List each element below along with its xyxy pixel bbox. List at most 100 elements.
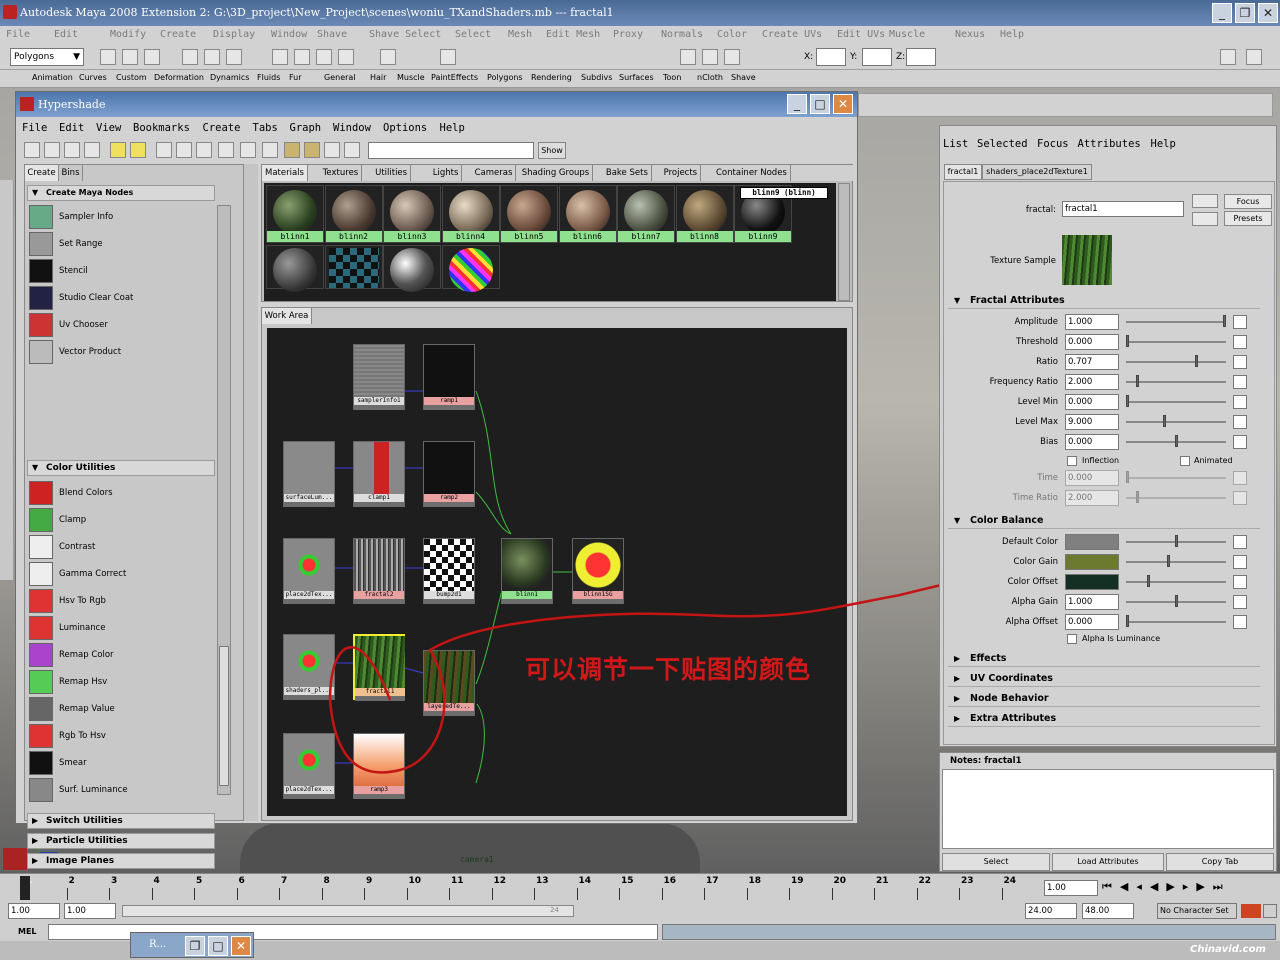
attr-color-gain-swatch[interactable] — [1065, 554, 1119, 570]
ae-menu-focus[interactable]: Focus — [1037, 138, 1069, 150]
attr-time-ratio-slider-handle[interactable] — [1135, 491, 1139, 503]
load-attributes-button[interactable]: Load Attributes — [1052, 853, 1164, 871]
playback-controls[interactable]: ⏮◀◂◀▶▸▶⏭ — [1102, 880, 1278, 896]
attr-frequency-ratio-slider-handle[interactable] — [1135, 375, 1139, 387]
attr-frequency-ratio-slider[interactable] — [1126, 375, 1226, 387]
character-set-select[interactable]: No Character Set — [1157, 903, 1237, 919]
frame-effects[interactable]: ▶ Effects — [948, 650, 1260, 667]
attr-amplitude-field[interactable]: 1.000 — [1065, 314, 1119, 330]
attr-threshold-map-button[interactable] — [1233, 335, 1247, 349]
playback-end-field[interactable]: 24.00 — [1025, 903, 1077, 919]
attr-alpha-offset-field[interactable]: 0.000 — [1065, 614, 1119, 630]
attr-amplitude-map-button[interactable] — [1233, 315, 1247, 329]
attr-alpha-gain-field[interactable]: 1.000 — [1065, 594, 1119, 610]
taskbar-maximize-button[interactable]: □ — [208, 936, 228, 956]
attr-ratio-slider-handle[interactable] — [1194, 355, 1198, 367]
attr-color-offset-swatch[interactable] — [1065, 574, 1119, 590]
ae-menu-attributes[interactable]: Attributes — [1078, 138, 1141, 150]
go-to-output-icon[interactable] — [1192, 212, 1218, 226]
attr-color-gain-slider[interactable] — [1126, 555, 1226, 567]
attr-level-min-slider[interactable] — [1126, 395, 1226, 407]
attr-alpha-offset-map-button[interactable] — [1233, 615, 1247, 629]
time-tick-label: 22 — [918, 876, 932, 886]
attr-time-ratio-slider[interactable] — [1126, 491, 1226, 503]
attr-default-color-map-button[interactable] — [1233, 535, 1247, 549]
fractal-attributes-frame[interactable]: ▼ Fractal Attributes — [948, 292, 1260, 309]
taskbar-close-button[interactable]: ✕ — [231, 936, 251, 956]
attr-level-max-slider-handle[interactable] — [1162, 415, 1166, 427]
attr-alpha-gain-map-button[interactable] — [1233, 595, 1247, 609]
attr-bias-slider[interactable] — [1126, 435, 1226, 447]
attr-ratio-slider[interactable] — [1126, 355, 1226, 367]
ae-menu-list[interactable]: List — [943, 138, 968, 150]
range-bar[interactable]: 24 — [122, 905, 574, 917]
current-time-marker[interactable] — [20, 876, 30, 900]
taskbar-window[interactable]: R... ❐ □ ✕ — [130, 932, 254, 958]
playback-start-field[interactable]: 1.00 — [64, 903, 116, 919]
attr-time-ratio-map-button[interactable] — [1233, 491, 1247, 505]
alpha-is-luminance-checkbox[interactable] — [1067, 634, 1077, 644]
attr-alpha-offset-slider[interactable] — [1126, 615, 1226, 627]
start-time-field[interactable]: 1.00 — [8, 903, 60, 919]
attr-bias-map-button[interactable] — [1233, 435, 1247, 449]
time-slider[interactable]: 123456789101112131415161718192021222324 … — [0, 873, 1280, 901]
attr-frequency-ratio-field[interactable]: 2.000 — [1065, 374, 1119, 390]
attr-ratio-field[interactable]: 0.707 — [1065, 354, 1119, 370]
attr-level-max-slider[interactable] — [1126, 415, 1226, 427]
end-time-field[interactable]: 48.00 — [1082, 903, 1134, 919]
frame-extra-attributes[interactable]: ▶ Extra Attributes — [948, 710, 1260, 727]
attr-frequency-ratio-map-button[interactable] — [1233, 375, 1247, 389]
attr-bias-field[interactable]: 0.000 — [1065, 434, 1119, 450]
attr-color-offset-slider[interactable] — [1126, 575, 1226, 587]
notes-field[interactable] — [942, 769, 1274, 849]
ae-tab-place2d[interactable]: shaders_place2dTexture1 — [982, 164, 1092, 180]
attr-threshold-slider[interactable] — [1126, 335, 1226, 347]
copy-tab-button[interactable]: Copy Tab — [1166, 853, 1274, 871]
color-balance-frame[interactable]: ▼ Color Balance — [948, 512, 1260, 529]
attr-threshold-field[interactable]: 0.000 — [1065, 334, 1119, 350]
attr-amplitude-slider-handle[interactable] — [1223, 315, 1226, 327]
attr-level-min-field[interactable]: 0.000 — [1065, 394, 1119, 410]
attr-level-max-field[interactable]: 9.000 — [1065, 414, 1119, 430]
attr-default-color-slider-handle[interactable] — [1174, 535, 1178, 547]
time-tick-label: 4 — [153, 876, 160, 886]
attr-time-slider[interactable] — [1126, 471, 1226, 483]
ae-tab-fractal1[interactable]: fractal1 — [944, 164, 982, 180]
attr-level-max-map-button[interactable] — [1233, 415, 1247, 429]
attr-bias-slider-handle[interactable] — [1174, 435, 1178, 447]
attr-alpha-gain-slider[interactable] — [1126, 595, 1226, 607]
select-button[interactable]: Select — [942, 853, 1050, 871]
attr-color-offset-slider-handle[interactable] — [1147, 575, 1151, 587]
inflection-checkbox[interactable] — [1067, 456, 1077, 466]
attr-default-color-slider[interactable] — [1126, 535, 1226, 547]
focus-button[interactable]: Focus — [1224, 194, 1272, 209]
attr-threshold-slider-handle[interactable] — [1126, 335, 1129, 347]
taskbar-restore-button[interactable]: ❐ — [185, 936, 205, 956]
attr-time-map-button[interactable] — [1233, 471, 1247, 485]
attr-time-field[interactable]: 0.000 — [1065, 470, 1119, 486]
attr-alpha-gain-slider-handle[interactable] — [1174, 595, 1178, 607]
attr-time-ratio-field[interactable]: 2.000 — [1065, 490, 1119, 506]
node-name-field[interactable]: fractal1 — [1062, 201, 1184, 217]
attr-level-min-slider-handle[interactable] — [1126, 395, 1129, 407]
ae-menu-selected[interactable]: Selected — [977, 138, 1028, 150]
animated-checkbox[interactable] — [1180, 456, 1190, 466]
time-tick-label: 13 — [536, 876, 549, 886]
ae-menu-help[interactable]: Help — [1151, 138, 1176, 150]
attr-color-offset-map-button[interactable] — [1233, 575, 1247, 589]
attr-ratio-map-button[interactable] — [1233, 355, 1247, 369]
presets-button[interactable]: Presets — [1224, 211, 1272, 226]
prefs-icon[interactable] — [1263, 904, 1277, 918]
attr-alpha-offset-slider-handle[interactable] — [1126, 615, 1129, 627]
frame-uv-coordinates[interactable]: ▶ UV Coordinates — [948, 670, 1260, 687]
auto-key-icon[interactable] — [1241, 904, 1261, 918]
attr-color-gain-map-button[interactable] — [1233, 555, 1247, 569]
attr-time-slider-handle[interactable] — [1126, 471, 1129, 483]
attr-amplitude-slider[interactable] — [1126, 315, 1226, 327]
go-to-input-icon[interactable] — [1192, 194, 1218, 208]
attr-default-color-swatch[interactable] — [1065, 534, 1119, 550]
current-frame-field[interactable]: 1.00 — [1044, 880, 1098, 896]
attr-color-gain-slider-handle[interactable] — [1166, 555, 1170, 567]
frame-node-behavior[interactable]: ▶ Node Behavior — [948, 690, 1260, 707]
attr-level-min-map-button[interactable] — [1233, 395, 1247, 409]
